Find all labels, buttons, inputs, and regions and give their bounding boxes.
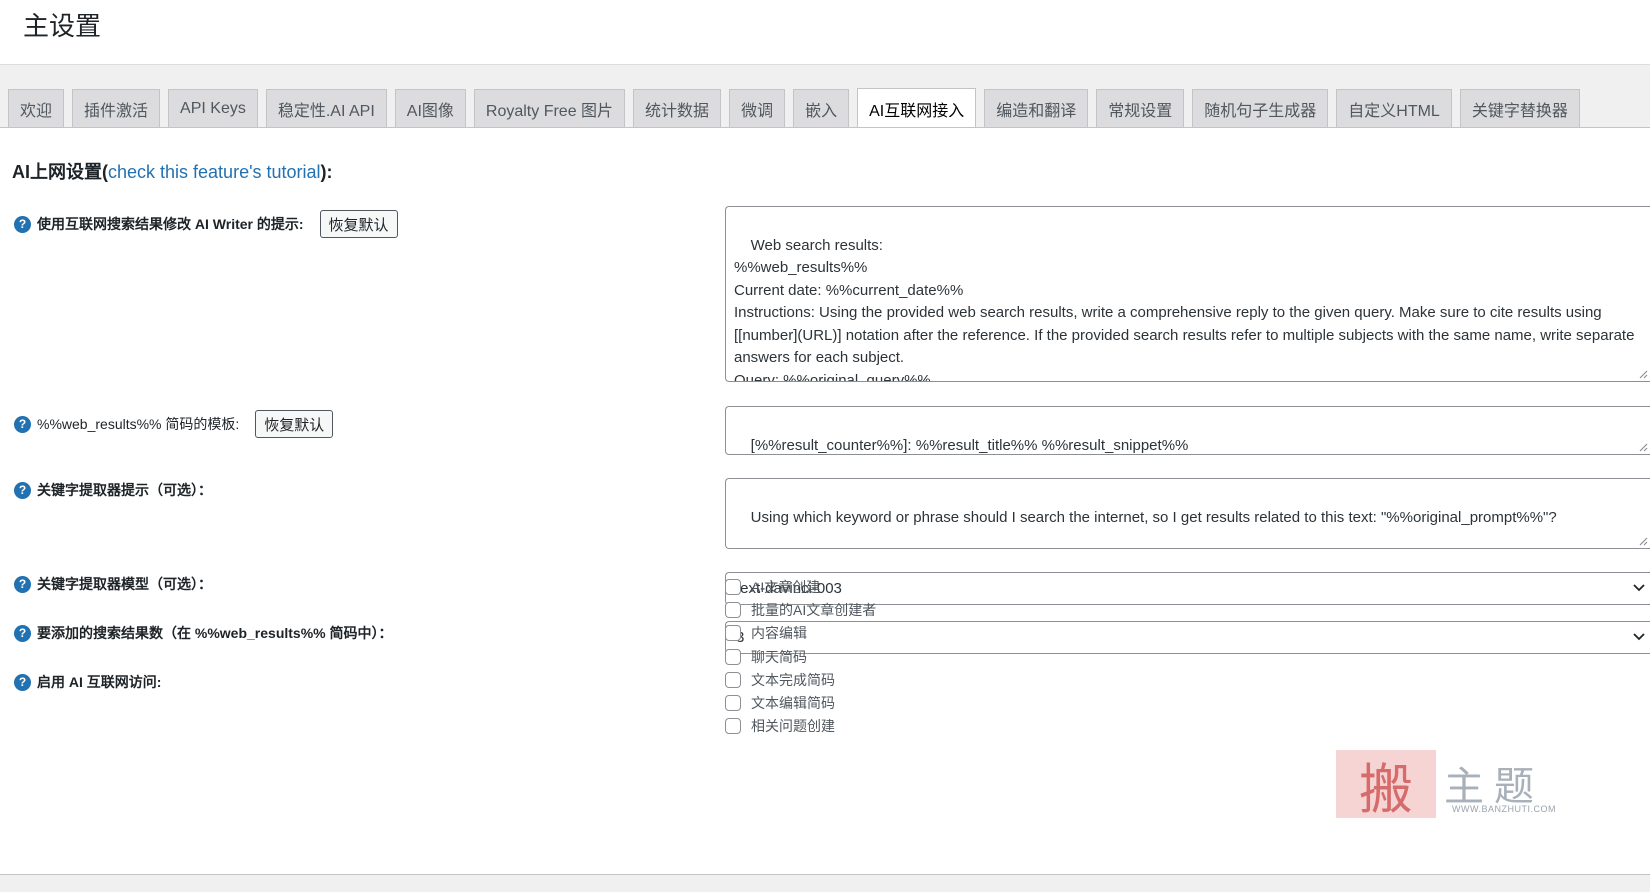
option-ai-article-creation[interactable]: AI文章创建 bbox=[725, 575, 876, 598]
option-related-questions[interactable]: 相关问题创建 bbox=[725, 715, 876, 738]
help-icon[interactable]: ? bbox=[14, 575, 31, 593]
template-reset-button[interactable]: 恢复默认 bbox=[255, 410, 334, 438]
template-label-row: ? %%web_results%% 简码的模板: 恢复默认 bbox=[14, 410, 334, 438]
template-textarea[interactable]: [%%result_counter%%]: %%result_title%% %… bbox=[725, 406, 1650, 455]
prompt-textarea[interactable]: Web search results: %%web_results%% Curr… bbox=[725, 206, 1650, 382]
tab-ai-images[interactable]: AI图像 bbox=[394, 89, 466, 127]
tab-custom-html[interactable]: 自定义HTML bbox=[1336, 89, 1452, 127]
option-label: 聊天简码 bbox=[751, 648, 807, 665]
resize-handle-icon[interactable] bbox=[1638, 536, 1648, 546]
tab-random-sentence-generator[interactable]: 随机句子生成器 bbox=[1192, 89, 1329, 127]
tab-ai-internet-access[interactable]: AI互联网接入 bbox=[857, 88, 977, 128]
prompt-label: 使用互联网搜索结果修改 AI Writer 的提示: bbox=[37, 216, 304, 232]
option-label: 文本编辑简码 bbox=[751, 695, 835, 712]
tab-general-settings[interactable]: 常规设置 bbox=[1096, 89, 1185, 127]
section-title-text: AI上网设置( bbox=[12, 162, 108, 182]
watermark-url: WWW.BANZHUTI.COM bbox=[1452, 804, 1556, 814]
option-text-completion-shortcode[interactable]: 文本完成简码 bbox=[725, 668, 876, 691]
chevron-down-icon bbox=[1633, 584, 1645, 592]
page-title: 主设置 bbox=[23, 11, 102, 41]
option-text-editing-shortcode[interactable]: 文本编辑简码 bbox=[725, 691, 876, 714]
template-label: %%web_results%% 简码的模板: bbox=[37, 416, 240, 432]
prompt-reset-button[interactable]: 恢复默认 bbox=[319, 210, 398, 238]
template-textarea-value: [%%result_counter%%]: %%result_title%% %… bbox=[750, 436, 1189, 454]
tab-api-keys[interactable]: API Keys bbox=[168, 89, 258, 127]
option-label: AI文章创建 bbox=[751, 578, 821, 595]
keyword-prompt-label-row: ? 关键字提取器提示（可选）： bbox=[14, 480, 212, 500]
checkbox[interactable] bbox=[725, 578, 741, 595]
option-content-editing[interactable]: 内容编辑 bbox=[725, 622, 876, 645]
checkbox[interactable] bbox=[725, 601, 741, 618]
checkbox[interactable] bbox=[725, 648, 741, 665]
bottom-bar bbox=[0, 876, 1650, 892]
enable-access-label: 启用 AI 互联网访问: bbox=[37, 674, 162, 690]
result-count-label: 要添加的搜索结果数（在 %%web_results%% 简码中）： bbox=[37, 625, 393, 641]
help-icon[interactable]: ? bbox=[14, 415, 31, 433]
help-icon[interactable]: ? bbox=[14, 673, 31, 691]
checkbox[interactable] bbox=[725, 671, 741, 688]
keyword-prompt-label: 关键字提取器提示（可选）： bbox=[37, 482, 212, 498]
section-title-suffix: ): bbox=[320, 162, 333, 182]
option-label: 内容编辑 bbox=[751, 625, 807, 642]
option-label: 批量的AI文章创建者 bbox=[751, 601, 877, 618]
tab-statistics[interactable]: 统计数据 bbox=[633, 89, 722, 127]
tab-welcome[interactable]: 欢迎 bbox=[8, 89, 65, 127]
result-count-label-row: ? 要添加的搜索结果数（在 %%web_results%% 简码中）： bbox=[14, 623, 393, 643]
chevron-down-icon bbox=[1633, 633, 1645, 641]
checkbox[interactable] bbox=[725, 695, 741, 712]
tab-embeddings[interactable]: 嵌入 bbox=[793, 89, 850, 127]
prompt-label-row: ? 使用互联网搜索结果修改 AI Writer 的提示: 恢复默认 bbox=[14, 210, 398, 238]
keyword-prompt-textarea[interactable]: Using which keyword or phrase should I s… bbox=[725, 478, 1650, 549]
keyword-model-label: 关键字提取器模型（可选）： bbox=[37, 576, 212, 592]
keyword-model-label-row: ? 关键字提取器模型（可选）： bbox=[14, 574, 212, 594]
keyword-prompt-textarea-value: Using which keyword or phrase should I s… bbox=[750, 508, 1557, 526]
settings-tabs: 欢迎 插件激活 API Keys 稳定性.AI API AI图像 Royalty… bbox=[8, 88, 1588, 128]
enable-access-label-row: ? 启用 AI 互联网访问: bbox=[14, 672, 161, 692]
enable-access-options: AI文章创建 批量的AI文章创建者 内容编辑 聊天简码 文本完成简码 文本编辑简… bbox=[725, 575, 876, 738]
option-chat-shortcode[interactable]: 聊天简码 bbox=[725, 645, 876, 668]
help-icon[interactable]: ? bbox=[14, 624, 31, 642]
watermark-logo: 搬 主题 WWW.BANZHUTI.COM bbox=[1336, 750, 1566, 821]
option-bulk-article-creator[interactable]: 批量的AI文章创建者 bbox=[725, 598, 876, 621]
section-title: AI上网设置(check this feature's tutorial): bbox=[12, 158, 333, 184]
tab-royalty-free-images[interactable]: Royalty Free 图片 bbox=[473, 89, 626, 127]
checkbox[interactable] bbox=[725, 718, 741, 735]
tab-edit-translate[interactable]: 编造和翻译 bbox=[984, 89, 1089, 127]
prompt-textarea-value: Web search results: %%web_results%% Curr… bbox=[734, 236, 1635, 382]
tab-plugin-activation[interactable]: 插件激活 bbox=[72, 89, 161, 127]
tab-keyword-replacer[interactable]: 关键字替换器 bbox=[1459, 89, 1580, 127]
page-header: 主设置 bbox=[0, 0, 1650, 65]
tab-stability-api[interactable]: 稳定性.AI API bbox=[265, 89, 387, 127]
option-label: 文本完成简码 bbox=[751, 671, 835, 688]
help-icon[interactable]: ? bbox=[14, 215, 31, 233]
tutorial-link[interactable]: check this feature's tutorial bbox=[108, 162, 321, 182]
tab-fine-tune[interactable]: 微调 bbox=[729, 89, 786, 127]
watermark-seal: 搬 bbox=[1336, 750, 1436, 821]
checkbox[interactable] bbox=[725, 625, 741, 642]
resize-handle-icon[interactable] bbox=[1638, 442, 1648, 452]
help-icon[interactable]: ? bbox=[14, 481, 31, 499]
resize-handle-icon[interactable] bbox=[1638, 369, 1648, 379]
option-label: 相关问题创建 bbox=[751, 718, 835, 735]
